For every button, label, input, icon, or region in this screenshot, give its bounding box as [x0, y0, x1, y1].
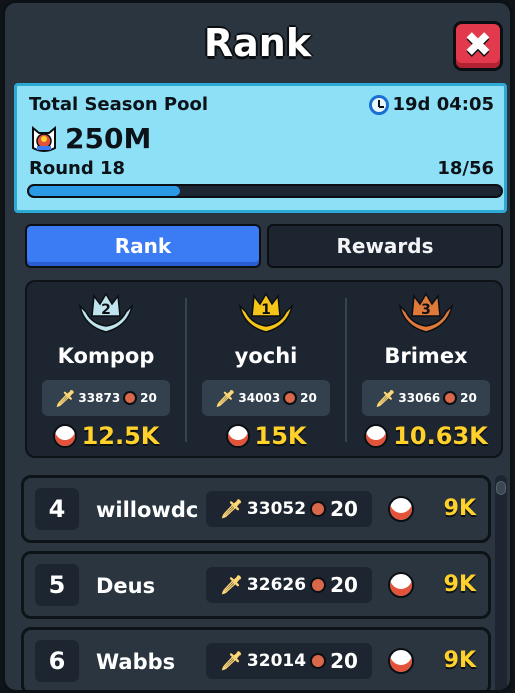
clock-icon: [368, 94, 389, 115]
podium-entry[interactable]: 1 yochi 🗡 34003 20 15K: [187, 282, 345, 456]
close-button[interactable]: ✖: [453, 21, 503, 71]
cat-coin-icon: [225, 424, 250, 448]
podium-reward-value: 10.63K: [393, 422, 488, 450]
rank-number: 5: [35, 564, 79, 606]
pool-amount: 250M: [29, 122, 151, 155]
tab-rank[interactable]: Rank: [25, 224, 261, 268]
table-row[interactable]: 6 Wabbs 🗡 32014 20 9K: [21, 627, 491, 690]
power-value: 33873: [78, 391, 121, 405]
level-icon: [283, 391, 298, 405]
title-bar: Rank ✖: [5, 3, 510, 83]
podium-stats: 🗡 34003 20: [202, 380, 330, 416]
level-value: 20: [300, 391, 317, 405]
pool-timer-text: 19d 04:05: [392, 94, 495, 115]
player-stats: 🗡 32626 20: [206, 567, 372, 603]
podium-place-label: 3: [421, 302, 431, 318]
round-progress-text: 18/56: [437, 158, 494, 179]
podium-entry[interactable]: 2 Kompop 🗡 33873 20 12.5K: [27, 282, 185, 456]
pool-title: Total Season Pool: [29, 94, 209, 115]
podium-player-name: Brimex: [384, 344, 468, 368]
level-value: 20: [460, 391, 477, 405]
level-icon: [310, 653, 327, 669]
laurel-badge-icon: 1: [238, 292, 294, 333]
player-name: Deus: [96, 574, 156, 598]
player-stats: 🗡 32014 20: [206, 643, 372, 679]
level-value: 20: [330, 497, 358, 521]
podium-reward: 12.5K: [27, 422, 185, 450]
player-name: willowdc: [96, 498, 199, 522]
podium-reward: 15K: [187, 422, 345, 450]
power-value: 34003: [238, 391, 281, 405]
podium-reward: 10.63K: [347, 422, 505, 450]
power-value: 32626: [246, 575, 307, 595]
podium-entry[interactable]: 3 Brimex 🗡 33066 20 10.63K: [347, 282, 505, 456]
level-value: 20: [140, 391, 157, 405]
podium-stats: 🗡 33066 20: [362, 380, 490, 416]
tab-bar: Rank Rewards: [25, 224, 503, 268]
level-icon: [443, 391, 458, 405]
rank-number: 6: [35, 640, 79, 682]
top-three-podium: 2 Kompop 🗡 33873 20 12.5K 1 yochi 🗡 3400…: [25, 280, 503, 458]
podium-place-label: 1: [261, 302, 271, 318]
sword-icon: 🗡: [375, 388, 396, 408]
round-progress-fill: [29, 186, 181, 196]
round-progress-bar: [27, 184, 503, 198]
tab-rewards[interactable]: Rewards: [267, 224, 503, 268]
level-icon: [310, 577, 327, 593]
table-row[interactable]: 4 willowdc 🗡 33052 20 9K: [21, 475, 491, 543]
podium-place-label: 2: [101, 302, 111, 318]
reward-value: 9K: [443, 648, 476, 673]
cat-coin-icon: [32, 125, 56, 152]
cat-coin-icon: [388, 648, 414, 674]
sword-icon: 🗡: [220, 498, 243, 520]
cat-coin-icon: [388, 572, 414, 598]
power-value: 32014: [246, 651, 307, 671]
page-title: Rank: [203, 21, 312, 65]
reward-value: 9K: [443, 496, 476, 521]
cat-coin-icon: [388, 496, 414, 522]
season-pool-card: Total Season Pool 19d 04:05 250M Round 1…: [14, 83, 507, 213]
sword-icon: 🗡: [220, 650, 243, 672]
close-icon: ✖: [463, 25, 493, 65]
rank-number: 4: [35, 488, 79, 530]
power-value: 33052: [246, 499, 307, 519]
pool-timer: 19d 04:05: [368, 94, 495, 115]
level-icon: [310, 501, 327, 517]
sword-icon: 🗡: [215, 388, 236, 408]
reward-value: 9K: [443, 572, 476, 597]
laurel-badge-icon: 3: [398, 292, 454, 333]
cat-coin-icon: [52, 424, 77, 448]
player-stats: 🗡 33052 20: [206, 491, 372, 527]
podium-reward-value: 15K: [254, 422, 307, 450]
sword-icon: 🗡: [220, 574, 243, 596]
laurel-badge-icon: 2: [78, 292, 134, 333]
podium-reward-value: 12.5K: [81, 422, 160, 450]
player-name: Wabbs: [96, 650, 176, 674]
level-value: 20: [330, 649, 358, 673]
podium-player-name: Kompop: [57, 344, 155, 368]
scrollbar-thumb[interactable]: [496, 481, 506, 495]
level-icon: [123, 391, 138, 405]
sword-icon: 🗡: [55, 388, 76, 408]
pool-amount-value: 250M: [65, 122, 152, 155]
round-label: Round 18: [29, 158, 126, 179]
table-row[interactable]: 5 Deus 🗡 32626 20 9K: [21, 551, 491, 619]
list-scrollbar[interactable]: [495, 475, 507, 690]
level-value: 20: [330, 573, 358, 597]
podium-player-name: yochi: [234, 344, 298, 368]
podium-stats: 🗡 33873 20: [42, 380, 170, 416]
cat-coin-icon: [364, 424, 389, 448]
rank-panel: Rank ✖ Total Season Pool 19d 04:05 250M …: [2, 0, 513, 693]
power-value: 33066: [398, 391, 441, 405]
